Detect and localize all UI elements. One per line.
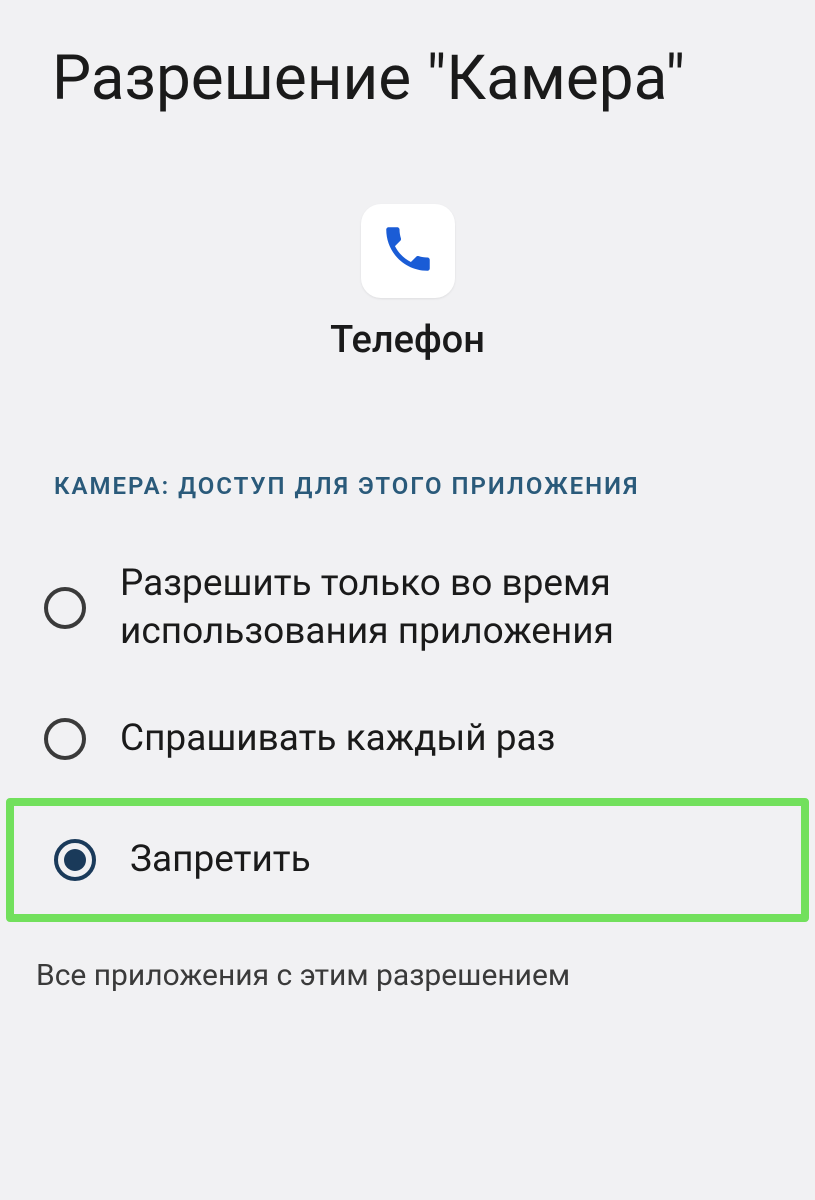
option-label: Спрашивать каждый раз	[120, 715, 555, 762]
option-ask-every-time[interactable]: Спрашивать каждый раз	[0, 685, 815, 792]
option-allow-while-using[interactable]: Разрешить только во время использования …	[0, 530, 815, 685]
app-name: Телефон	[330, 318, 485, 362]
app-info-block: Телефон	[0, 204, 815, 362]
section-header: КАМЕРА: ДОСТУП ДЛЯ ЭТОГО ПРИЛОЖЕНИЯ	[0, 472, 815, 500]
radio-checked-icon	[54, 839, 96, 881]
option-label: Разрешить только во время использования …	[120, 560, 767, 655]
radio-unchecked-icon	[44, 587, 86, 629]
phone-icon	[379, 220, 437, 282]
permission-options: Разрешить только во время использования …	[0, 530, 815, 927]
option-deny[interactable]: Запретить	[6, 798, 809, 921]
page-title: Разрешение "Камера"	[0, 0, 815, 126]
option-label: Запретить	[130, 836, 311, 883]
all-apps-link[interactable]: Все приложения с этим разрешением	[0, 928, 815, 993]
app-icon-container	[361, 204, 455, 298]
radio-unchecked-icon	[44, 718, 86, 760]
